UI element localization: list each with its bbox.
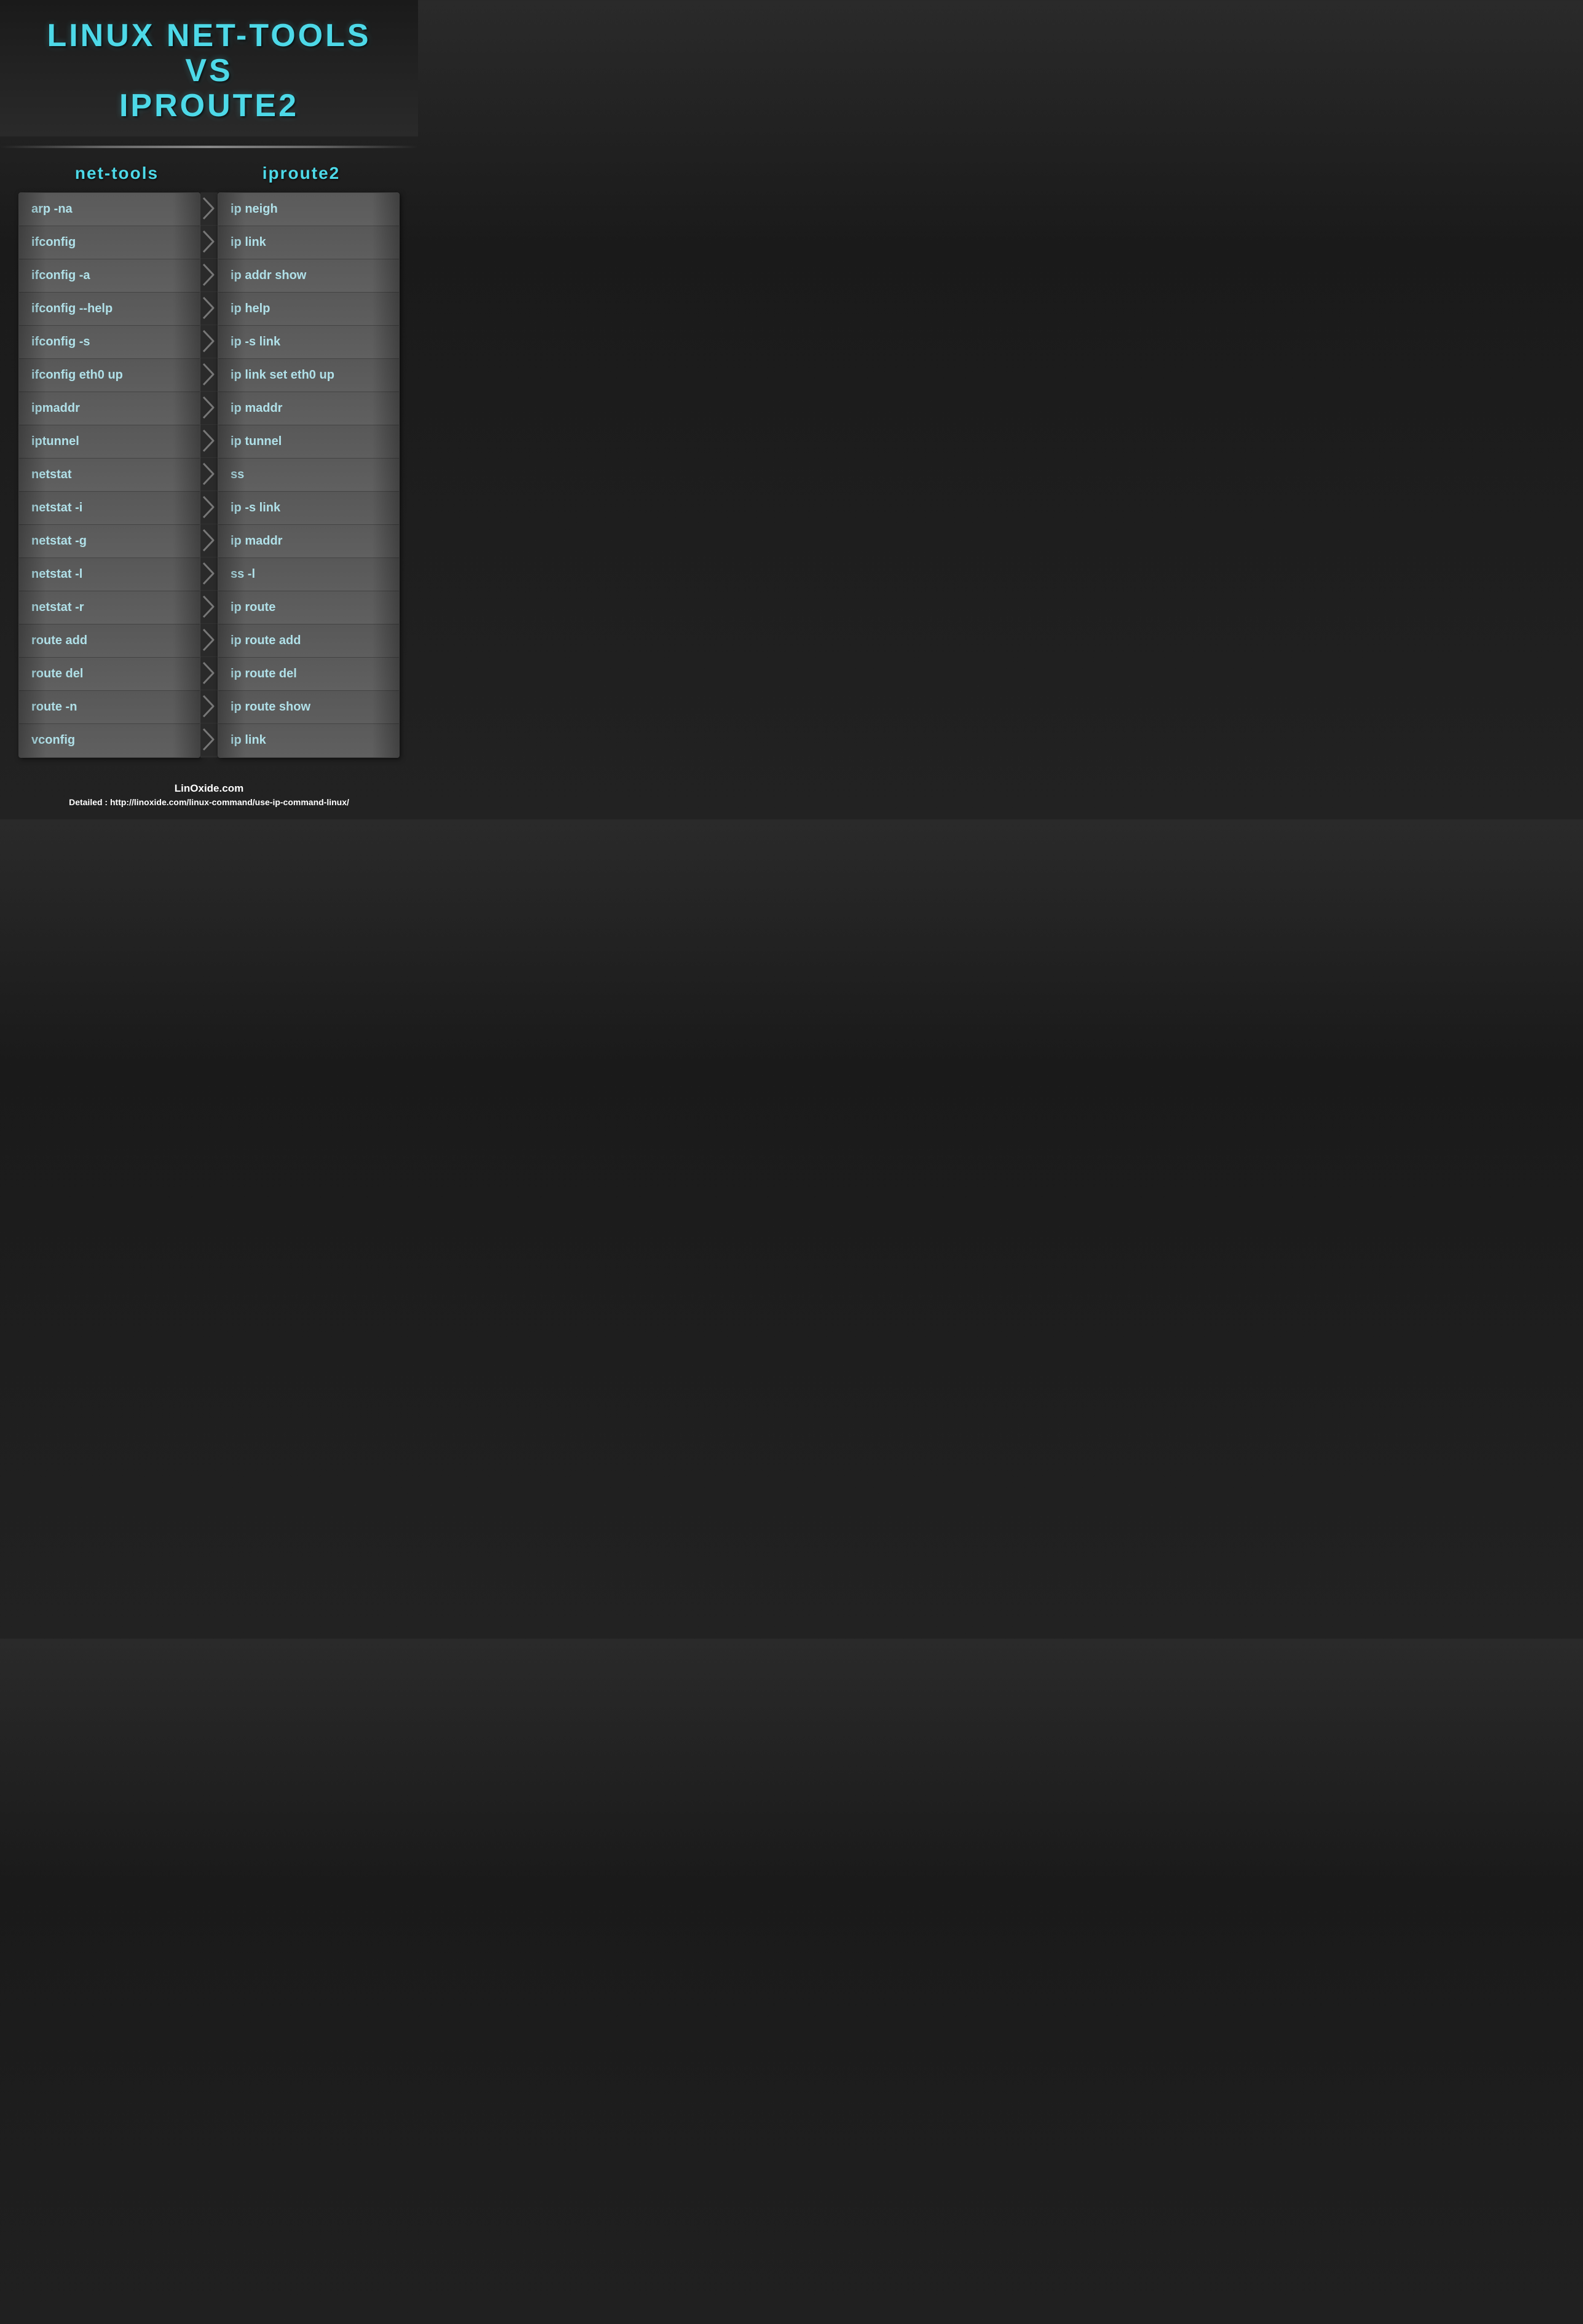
table-row: ip maddr [218, 525, 399, 558]
table-row: netstat [19, 459, 200, 492]
content-area: net-tools iproute2 arp -naifconfigifconf… [0, 157, 418, 770]
left-column: arp -naifconfigifconfig -aifconfig --hel… [18, 192, 200, 758]
table-row: ip addr show [218, 259, 399, 293]
footer-url: Detailed : http://linoxide.com/linux-com… [12, 797, 406, 807]
footer: LinOxide.com Detailed : http://linoxide.… [0, 770, 418, 819]
table-row: ifconfig -s [19, 326, 200, 359]
left-column-header: net-tools [34, 163, 200, 183]
chevron-row [200, 425, 218, 458]
table-row: ip route [218, 591, 399, 624]
table-row: netstat -i [19, 492, 200, 525]
table-row: ss [218, 459, 399, 492]
chevron-row [200, 192, 218, 226]
table-row: ip help [218, 293, 399, 326]
chevron-row [200, 358, 218, 392]
table-row: netstat -l [19, 558, 200, 591]
table-row: route del [19, 658, 200, 691]
table-row: ip route show [218, 691, 399, 724]
table-row: netstat -r [19, 591, 200, 624]
table-row: route add [19, 624, 200, 658]
table-row: ip route del [218, 658, 399, 691]
table-row: route -n [19, 691, 200, 724]
table-row: ipmaddr [19, 392, 200, 425]
table-row: iptunnel [19, 425, 200, 459]
table-row: ip neigh [218, 193, 399, 226]
table-row: ifconfig eth0 up [19, 359, 200, 392]
middle-divider [200, 192, 218, 758]
table-row: ip -s link [218, 326, 399, 359]
table-row: netstat -g [19, 525, 200, 558]
chevron-row [200, 226, 218, 259]
chevron-row [200, 557, 218, 591]
comparison-table: arp -naifconfigifconfig -aifconfig --hel… [18, 192, 400, 758]
chevron-row [200, 690, 218, 723]
chevron-row [200, 657, 218, 690]
chevron-row [200, 591, 218, 624]
right-column-header: iproute2 [218, 163, 384, 183]
header-section: LINUX NET-TOOLS VS IPROUTE2 [0, 0, 418, 136]
chevron-row [200, 292, 218, 325]
right-column: ip neighip linkip addr showip helpip -s … [218, 192, 400, 758]
chevron-row [200, 325, 218, 358]
table-row: ip route add [218, 624, 399, 658]
table-row: arp -na [19, 193, 200, 226]
table-row: ip tunnel [218, 425, 399, 459]
chevron-row [200, 624, 218, 657]
table-row: ifconfig --help [19, 293, 200, 326]
table-row: ip link set eth0 up [218, 359, 399, 392]
chevron-row [200, 458, 218, 491]
chevron-row [200, 392, 218, 425]
table-row: ifconfig [19, 226, 200, 259]
column-headers: net-tools iproute2 [18, 163, 400, 183]
divider [0, 146, 418, 148]
table-row: ip link [218, 226, 399, 259]
table-row: ss -l [218, 558, 399, 591]
table-row: ip maddr [218, 392, 399, 425]
table-row: ip link [218, 724, 399, 757]
chevron-row [200, 491, 218, 524]
table-row: ip -s link [218, 492, 399, 525]
chevron-row [200, 524, 218, 557]
chevron-row [200, 723, 218, 757]
main-title: LINUX NET-TOOLS VS IPROUTE2 [12, 18, 406, 124]
chevron-row [200, 259, 218, 292]
table-row: vconfig [19, 724, 200, 757]
table-row: ifconfig -a [19, 259, 200, 293]
footer-site: LinOxide.com [12, 782, 406, 795]
